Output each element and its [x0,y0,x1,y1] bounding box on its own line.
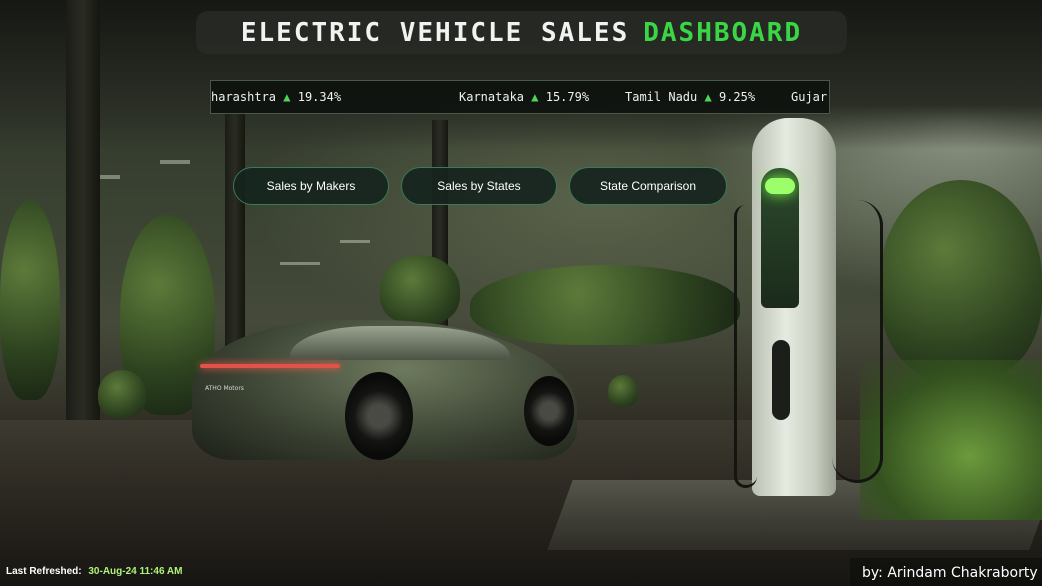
car-wheel [524,376,574,446]
charging-cable [734,205,757,488]
potted-plant [608,375,638,407]
car-wheel [345,372,413,460]
tree-foliage [880,180,1042,380]
dashboard-title: ELECTRIC VEHICLE SALES DASHBOARD [196,11,847,54]
building-pillar [66,0,100,420]
ticker-state: harashtra [211,90,277,104]
hanging-plant [0,200,60,400]
ticker-value: 15.79% [545,90,590,104]
sales-by-states-button[interactable]: Sales by States [401,167,557,205]
sales-by-makers-button[interactable]: Sales by Makers [233,167,389,205]
car-brand-badge: ATHO Motors [205,385,244,392]
ceiling-light [340,240,370,243]
state-comparison-button[interactable]: State Comparison [569,167,727,205]
hanging-plant [470,265,740,345]
ticker-value: 9.25% [718,90,756,104]
ticker-state: Tamil Nadu [625,90,698,104]
ticker-state: Gujar [791,90,828,104]
title-main: ELECTRIC VEHICLE SALES [240,17,630,48]
potted-plant [98,370,146,418]
refresh-value: 30-Aug-24 11:46 AM [88,566,183,577]
fern-plants [860,360,1042,520]
last-refreshed: Last Refreshed: 30-Aug-24 11:46 AM [6,566,182,577]
car-taillight [200,364,340,368]
ceiling-light [160,160,190,164]
state-growth-ticker: harashtra ▲ 19.34% Karnataka ▲ 15.79% Ta… [210,80,830,114]
ticker-value: 19.34% [297,90,342,104]
author-credit: by: Arindam Chakraborty [862,565,1038,581]
ticker-item: Karnataka ▲ 15.79% [459,90,589,104]
up-arrow-icon: ▲ [283,90,291,104]
ceiling-light [280,262,320,265]
up-arrow-icon: ▲ [704,90,712,104]
ticker-item: Tamil Nadu ▲ 9.25% [625,90,755,104]
ticker-item: harashtra ▲ 19.34% [211,90,341,104]
ticker-state: Karnataka [459,90,525,104]
title-accent: DASHBOARD [643,17,803,48]
charger-connector-slot [772,340,790,420]
hanging-plant [380,255,460,325]
up-arrow-icon: ▲ [531,90,539,104]
refresh-label: Last Refreshed: [6,566,82,577]
ceiling-light [100,175,120,179]
ticker-item: Gujar [791,90,827,104]
charger-green-light [765,178,795,194]
charging-cable [832,200,883,483]
